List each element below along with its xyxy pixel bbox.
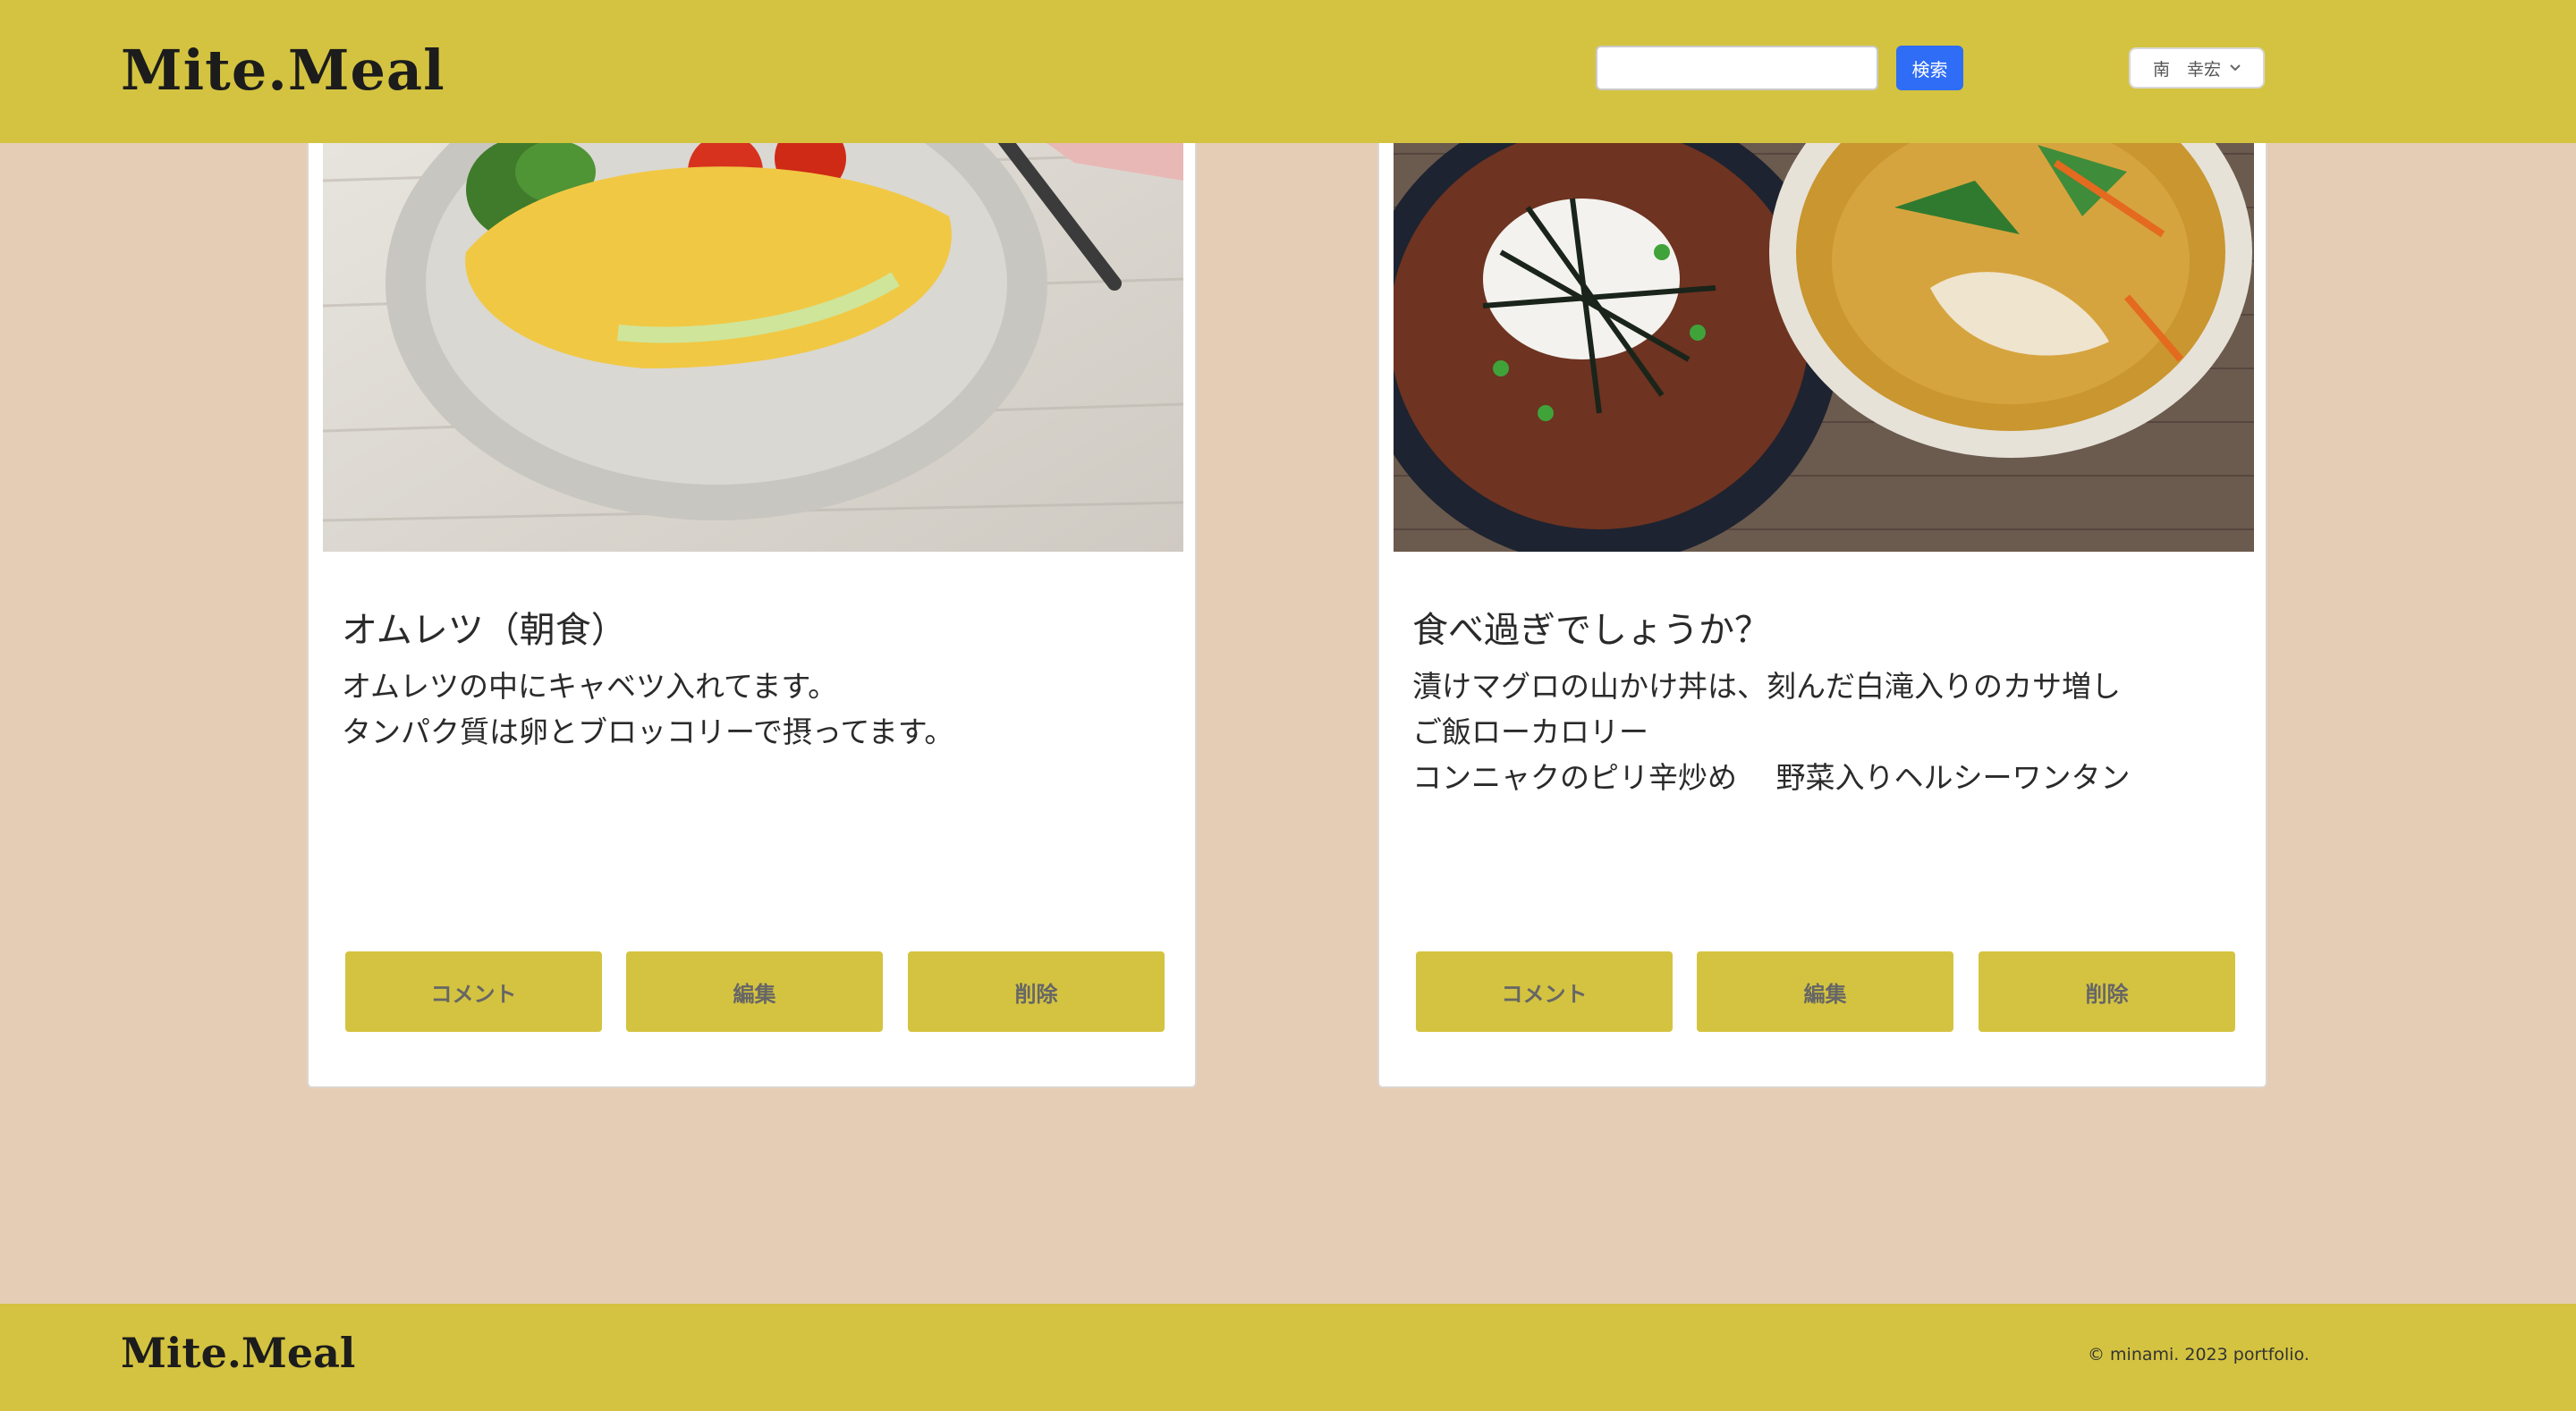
footer-logo[interactable]: Mite.Meal [121,1329,355,1377]
post-body: オムレツの中にキャベツ入れてます。 タンパク質は卵とブロッコリーで摂ってます。 [342,663,1165,755]
post-body: 漬けマグロの山かけ丼は、刻んだ白滝入りのカサ増し ご飯ローカロリー コンニャクの… [1412,663,2235,800]
site-logo[interactable]: Mite.Meal [121,38,445,103]
comment-button[interactable]: コメント [345,951,602,1032]
search-button[interactable]: 検索 [1896,46,1963,90]
delete-button[interactable]: 削除 [1979,951,2235,1032]
post-body-line: タンパク質は卵とブロッコリーで摂ってます。 [342,714,954,749]
post-card: オムレツ（朝食） オムレツの中にキャベツ入れてます。 タンパク質は卵とブロッコリ… [307,72,1197,1088]
site-footer: Mite.Meal © minami. 2023 portfolio. [0,1304,2576,1411]
post-title: オムレツ（朝食） [342,610,627,651]
edit-button[interactable]: 編集 [626,951,883,1032]
edit-button[interactable]: 編集 [1697,951,1953,1032]
post-body-line: オムレツの中にキャベツ入れてます。 [342,669,838,704]
site-header: Mite.Meal 検索 南 幸宏 [0,0,2576,143]
post-body-line: コンニャクのピリ辛炒め 野菜入りヘルシーワンタン [1412,760,2131,795]
user-name: 南 幸宏 [2152,59,2221,80]
delete-button[interactable]: 削除 [908,951,1165,1032]
post-title: 食べ過ぎでしょうか？ [1412,610,1770,651]
post-card: 食べ過ぎでしょうか？ 漬けマグロの山かけ丼は、刻んだ白滝入りのカサ増し ご飯ロー… [1377,72,2267,1088]
post-body-line: 漬けマグロの山かけ丼は、刻んだ白滝入りのカサ増し [1412,669,2121,704]
user-menu-dropdown[interactable]: 南 幸宏 [2129,47,2265,89]
post-image-rice-bowl [1394,73,2254,552]
chevron-down-icon [2230,61,2241,75]
post-body-line: ご飯ローカロリー [1412,714,1648,749]
search-input[interactable] [1596,46,1878,90]
copyright-text: © minami. 2023 portfolio. [2088,1345,2309,1365]
post-image-omelette [323,73,1183,552]
comment-button[interactable]: コメント [1416,951,1673,1032]
